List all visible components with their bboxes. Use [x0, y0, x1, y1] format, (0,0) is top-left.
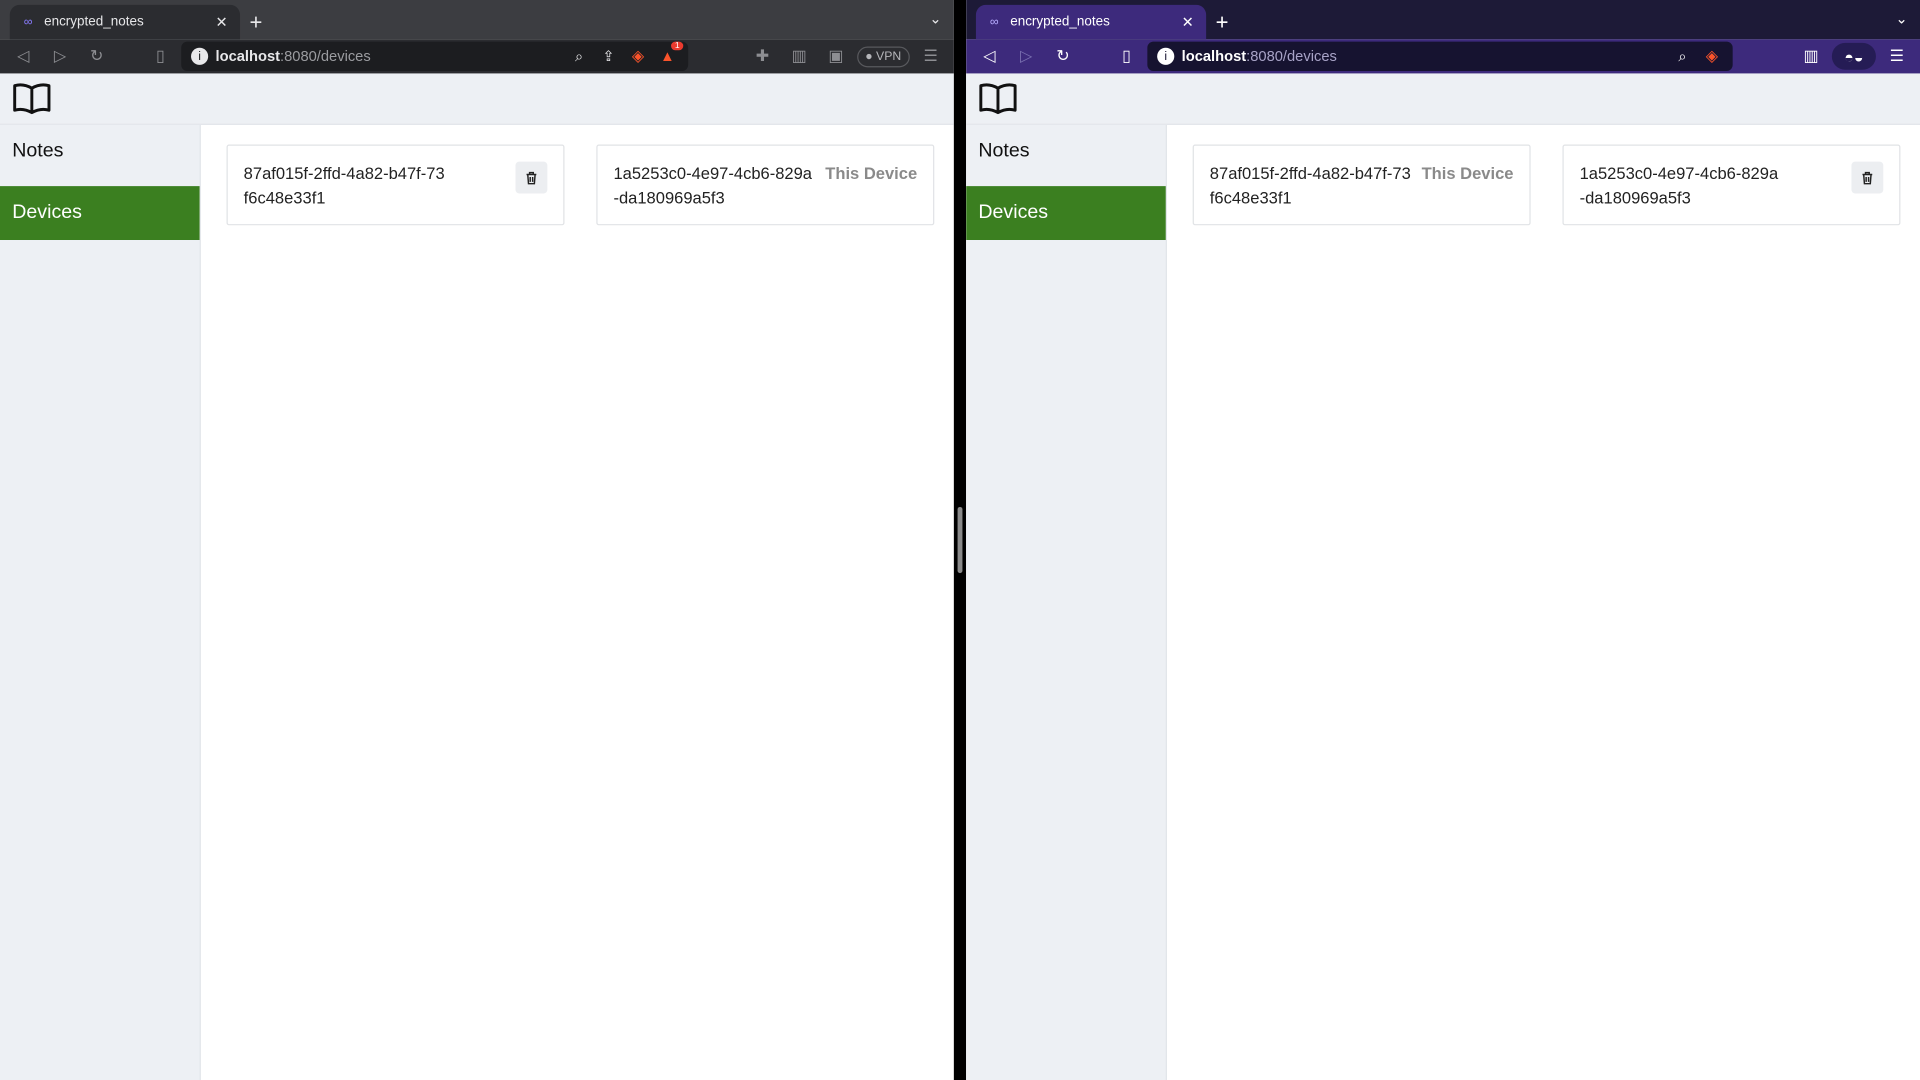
chevron-down-icon[interactable]: ⌄: [1895, 10, 1907, 27]
brave-shields-icon[interactable]: ◈: [627, 47, 649, 67]
device-card: 87af015f-2ffd-4a82-b47f-73f6c48e33f1: [226, 144, 565, 226]
browser-window-left: ∞ encrypted_notes ✕ + ⌄ ◁ ▷ ↻ ▯ i localh…: [0, 0, 954, 1080]
this-device-label: This Device: [825, 164, 918, 183]
back-icon: ◁: [983, 46, 996, 65]
extensions-button[interactable]: ✚: [746, 43, 778, 70]
tab-encrypted-notes[interactable]: ∞ encrypted_notes ✕: [9, 4, 241, 40]
site-info-icon[interactable]: i: [1157, 47, 1175, 65]
url-text: localhost:8080/devices: [1181, 47, 1337, 65]
tab-strip: ∞ encrypted_notes ✕ + ⌄: [966, 0, 1920, 40]
infinity-favicon-icon: ∞: [23, 15, 33, 29]
screen: ∞ encrypted_notes ✕ + ⌄ ◁ ▷ ↻ ▯ i localh…: [0, 0, 1920, 1080]
tab-title: encrypted_notes: [1010, 14, 1110, 30]
book-icon[interactable]: [978, 81, 1017, 115]
app-header: [966, 73, 1920, 125]
nav-item-notes[interactable]: Notes: [0, 125, 200, 179]
forward-button[interactable]: ▷: [44, 43, 76, 70]
puzzle-icon: ✚: [755, 46, 770, 65]
vpn-button[interactable]: ● VPN: [856, 45, 910, 67]
site-info-icon[interactable]: i: [191, 47, 209, 65]
brave-rewards-icon[interactable]: ▲ 1: [656, 41, 684, 65]
address-bar[interactable]: i localhost:8080/devices ⌕ ◈: [1147, 41, 1733, 72]
back-button[interactable]: ◁: [973, 43, 1005, 70]
app-header: [0, 73, 954, 125]
menu-button[interactable]: ☰: [1881, 43, 1913, 70]
this-device-label: This Device: [1421, 164, 1514, 183]
device-id: 1a5253c0-4e97-4cb6-829a-da180969a5f3: [613, 164, 813, 207]
address-bar[interactable]: i localhost:8080/devices ⌕ ⇪ ◈ ▲ 1: [181, 41, 689, 72]
menu-button[interactable]: ☰: [915, 43, 947, 70]
new-tab-button[interactable]: +: [240, 5, 272, 39]
sidebar-button[interactable]: ▥: [1795, 43, 1827, 70]
infinity-favicon-icon: ∞: [989, 15, 999, 29]
new-tab-button[interactable]: +: [1206, 5, 1238, 39]
browser-toolbar: ◁ ▷ ↻ ▯ i localhost:8080/devices ⌕ ⇪ ◈ ▲…: [0, 39, 954, 74]
leo-ai-button[interactable]: ◓◒: [1831, 42, 1876, 70]
app: Notes Devices 87af015f-2ffd-4a82-b47f-73…: [0, 73, 954, 1080]
device-card: 1a5253c0-4e97-4cb6-829a-da180969a5f3: [1562, 144, 1901, 226]
book-icon[interactable]: [12, 81, 51, 115]
back-icon: ◁: [17, 46, 30, 65]
bookmark-button[interactable]: ▯: [144, 43, 176, 70]
brave-shields-icon[interactable]: ◈: [1701, 47, 1723, 67]
device-id: 1a5253c0-4e97-4cb6-829a-da180969a5f3: [1579, 164, 1779, 207]
forward-button[interactable]: ▷: [1010, 43, 1042, 70]
browser-toolbar: ◁ ▷ ↻ ▯ i localhost:8080/devices ⌕ ◈ ▥ ◓…: [966, 39, 1920, 74]
nav-item-devices[interactable]: Devices: [966, 186, 1166, 241]
trash-icon: [1862, 171, 1873, 184]
menu-icon: ☰: [923, 46, 938, 65]
delete-device-button[interactable]: [515, 161, 548, 194]
devices-list: 87af015f-2ffd-4a82-b47f-73f6c48e33f1 1a5…: [201, 125, 954, 1080]
browser-window-right: ∞ encrypted_notes ✕ + ⌄ ◁ ▷ ↻ ▯ i localh…: [966, 0, 1920, 1080]
sidebar: Notes Devices: [0, 124, 201, 1080]
nav-item-notes[interactable]: Notes: [966, 125, 1166, 179]
sidebar-icon: ▥: [791, 46, 807, 65]
device-card: 87af015f-2ffd-4a82-b47f-73f6c48e33f1 Thi…: [1192, 144, 1531, 226]
device-id: 87af015f-2ffd-4a82-b47f-73f6c48e33f1: [1209, 164, 1411, 207]
sidebar: Notes Devices: [966, 124, 1167, 1080]
sidebar-button[interactable]: ▥: [783, 43, 815, 70]
device-id: 87af015f-2ffd-4a82-b47f-73f6c48e33f1: [243, 164, 445, 207]
leo-glasses-icon: ◓◒: [1844, 47, 1864, 66]
close-tab-icon[interactable]: ✕: [1179, 13, 1196, 30]
bookmark-icon: ▯: [156, 46, 165, 65]
reload-icon: ↻: [1056, 46, 1070, 65]
wallet-button[interactable]: ▣: [820, 43, 852, 70]
zoom-icon[interactable]: ⌕: [568, 47, 590, 65]
forward-icon: ▷: [1020, 46, 1033, 65]
tab-title: encrypted_notes: [44, 14, 144, 30]
url-text: localhost:8080/devices: [215, 47, 371, 65]
bookmark-icon: ▯: [1122, 46, 1131, 65]
trash-icon: [526, 171, 537, 184]
close-tab-icon[interactable]: ✕: [213, 13, 230, 30]
share-icon[interactable]: ⇪: [598, 48, 620, 65]
reload-button[interactable]: ↻: [81, 43, 113, 70]
sidebar-icon: ▥: [1803, 46, 1819, 65]
divider-drag-handle[interactable]: [957, 506, 963, 574]
wallet-icon: ▣: [828, 46, 844, 65]
reload-icon: ↻: [90, 46, 104, 65]
app: Notes Devices 87af015f-2ffd-4a82-b47f-73…: [966, 73, 1920, 1080]
devices-list: 87af015f-2ffd-4a82-b47f-73f6c48e33f1 Thi…: [1167, 125, 1920, 1080]
nav-item-devices[interactable]: Devices: [0, 186, 200, 241]
back-button[interactable]: ◁: [7, 43, 39, 70]
zoom-icon[interactable]: ⌕: [1671, 47, 1693, 65]
delete-device-button[interactable]: [1851, 161, 1884, 194]
reload-button[interactable]: ↻: [1047, 43, 1079, 70]
forward-icon: ▷: [53, 46, 67, 65]
menu-icon: ☰: [1889, 46, 1904, 65]
chevron-down-icon[interactable]: ⌄: [929, 10, 941, 27]
device-card: 1a5253c0-4e97-4cb6-829a-da180969a5f3 Thi…: [596, 144, 935, 226]
bookmark-button[interactable]: ▯: [1111, 43, 1143, 70]
tab-encrypted-notes[interactable]: ∞ encrypted_notes ✕: [975, 4, 1207, 40]
tab-strip: ∞ encrypted_notes ✕ + ⌄: [0, 0, 954, 40]
